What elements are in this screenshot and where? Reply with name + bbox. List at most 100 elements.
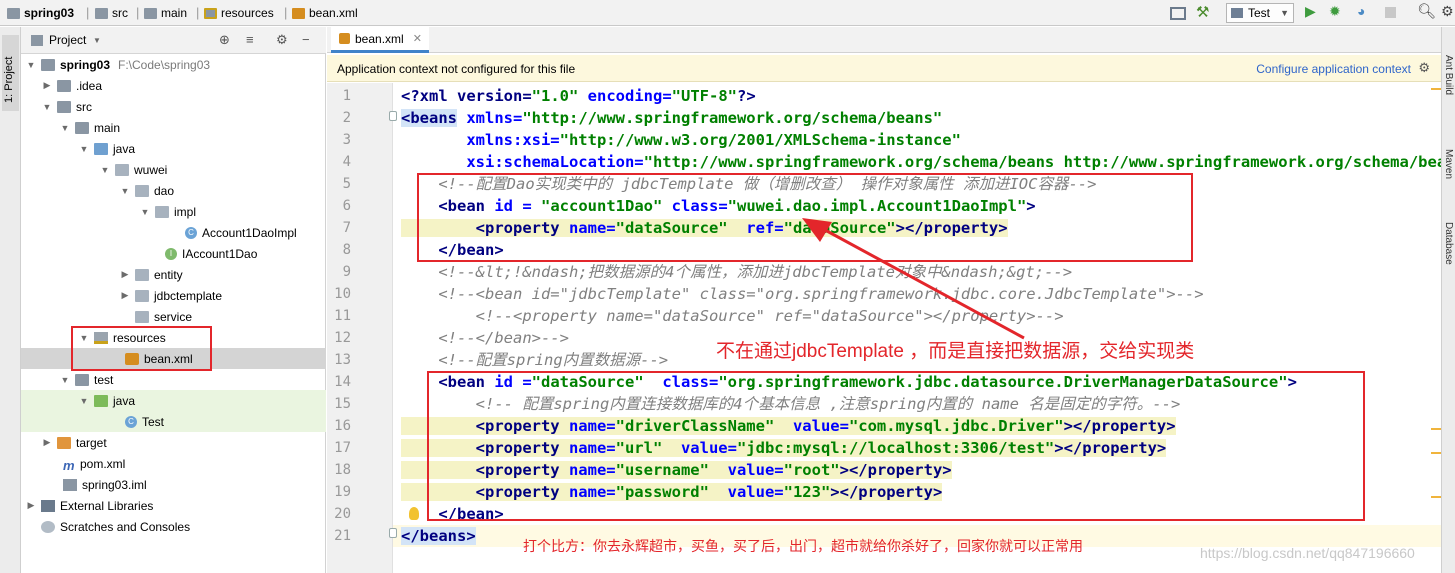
- tree-item-external-libraries[interactable]: ▶ External Libraries: [21, 495, 326, 516]
- close-icon[interactable]: ✕: [413, 32, 422, 45]
- tree-item-label: spring03: [60, 57, 111, 72]
- code-line-21: </beans>: [401, 527, 476, 545]
- code-line-19: <property name="password" value="123"></…: [401, 483, 943, 501]
- tree-item-label: pom.xml: [80, 456, 126, 471]
- line-number: 6: [342, 198, 351, 214]
- chevron-right-icon: ▶: [43, 437, 51, 447]
- tree-item-target[interactable]: ▶ target: [21, 432, 326, 453]
- chevron-down-icon: ▼: [79, 143, 89, 154]
- build-hammer-icon[interactable]: ⚒: [1196, 3, 1212, 21]
- project-folder-icon: [7, 7, 20, 19]
- line-number: 14: [334, 374, 351, 390]
- tree-item-bean-xml[interactable]: bean.xml: [21, 348, 326, 369]
- breadcrumb-src[interactable]: src: [95, 5, 128, 21]
- tree-item-wuwei[interactable]: ▼ wuwei: [21, 159, 326, 180]
- tree-item-label: spring03.iml: [82, 477, 147, 492]
- tree-item-iml[interactable]: spring03.iml: [21, 474, 326, 495]
- settings-gear-icon[interactable]: ⚙: [276, 32, 288, 48]
- folder-icon: [75, 121, 89, 134]
- locate-icon[interactable]: ⊕: [219, 32, 230, 48]
- notification-banner: Application context not configured for t…: [327, 55, 1441, 82]
- tree-item-spring03[interactable]: ▼ spring03 F:\Code\spring03: [21, 54, 326, 75]
- collapse-all-icon[interactable]: ≡: [246, 32, 254, 47]
- tree-item-test-java[interactable]: ▼ java: [21, 390, 326, 411]
- tree-item-jdbctemplate[interactable]: ▶ jdbctemplate: [21, 285, 326, 306]
- tree-item-service[interactable]: service: [21, 306, 326, 327]
- run-icon[interactable]: ▶: [1305, 3, 1321, 19]
- fold-marker-icon[interactable]: [389, 528, 397, 538]
- tree-item-label: main: [94, 120, 121, 135]
- xml-file-icon: [339, 33, 350, 44]
- chevron-down-icon: ▼: [79, 395, 89, 406]
- line-number: 15: [334, 396, 351, 412]
- configure-context-link[interactable]: Configure application context: [1256, 62, 1411, 76]
- hide-panel-icon[interactable]: −: [302, 32, 310, 47]
- tree-item-test-class[interactable]: C Test: [21, 411, 326, 432]
- tree-item-resources[interactable]: ▼ resources: [21, 327, 326, 348]
- more-icon[interactable]: ⚙: [1441, 3, 1455, 19]
- project-view-title[interactable]: Project: [49, 33, 86, 47]
- project-tool-tab[interactable]: 1: Project: [2, 35, 19, 111]
- tree-item-dao[interactable]: ▼ dao: [21, 180, 326, 201]
- code-line-17: <property name="url" value="jdbc:mysql:/…: [401, 439, 1167, 457]
- tree-item-java[interactable]: ▼ java: [21, 138, 326, 159]
- breadcrumb-file[interactable]: bean.xml: [292, 5, 358, 21]
- tree-item-iaccount1dao[interactable]: I IAccount1Dao: [21, 243, 326, 264]
- package-icon: [135, 289, 149, 302]
- chevron-down-icon: ▼: [79, 332, 89, 343]
- debug-icon[interactable]: ✹: [1329, 3, 1345, 19]
- tree-item-account1daoimpl[interactable]: C Account1DaoImpl: [21, 222, 326, 243]
- class-icon: C: [125, 415, 137, 428]
- database-tab[interactable]: Database: [1443, 222, 1454, 265]
- line-number: 5: [342, 176, 351, 192]
- search-icon[interactable]: 🔍︎: [1417, 2, 1436, 20]
- scratch-icon: [41, 520, 55, 533]
- line-number: 16: [334, 418, 351, 434]
- line-number: 12: [334, 330, 351, 346]
- ant-build-tab[interactable]: Ant Build: [1443, 55, 1454, 95]
- library-icon: [41, 499, 55, 512]
- chevron-down-icon[interactable]: ▼: [93, 36, 101, 45]
- chevron-right-icon: ▶: [27, 500, 35, 510]
- breadcrumb-label: bean.xml: [309, 6, 358, 20]
- tree-item-pom-xml[interactable]: m pom.xml: [21, 453, 326, 474]
- maven-tab[interactable]: Maven: [1443, 149, 1454, 179]
- resources-folder-icon: [204, 7, 217, 19]
- breadcrumb-resources[interactable]: resources: [204, 5, 274, 21]
- tree-item-label: src: [76, 99, 92, 114]
- chevron-right-icon: ▶: [121, 290, 129, 300]
- annotation-note-top: 不在通过jdbcTemplate ，而是直接把数据源，交给实现类: [716, 341, 1195, 362]
- tree-item-src[interactable]: ▼ src: [21, 96, 326, 117]
- package-icon: [155, 205, 169, 218]
- stop-icon[interactable]: [1385, 7, 1396, 18]
- gear-icon[interactable]: ⚙: [1418, 60, 1430, 76]
- tree-item-scratches[interactable]: Scratches and Consoles: [21, 516, 326, 537]
- tree-item-idea[interactable]: ▶ .idea: [21, 75, 326, 96]
- tree-item-label: .idea: [76, 78, 103, 93]
- xml-file-icon: [292, 7, 305, 19]
- tree-item-entity[interactable]: ▶ entity: [21, 264, 326, 285]
- error-stripe-mark: [1431, 88, 1441, 90]
- folder-icon: [41, 58, 55, 71]
- project-structure-icon[interactable]: [1170, 7, 1186, 20]
- line-number: 17: [334, 440, 351, 456]
- right-tool-strip: Ant Build Maven Database: [1441, 27, 1455, 573]
- tree-item-label: wuwei: [134, 162, 168, 177]
- intention-bulb-icon[interactable]: [409, 507, 419, 520]
- run-configuration-select[interactable]: Test ▼: [1226, 3, 1294, 23]
- tab-bean-xml[interactable]: bean.xml ✕: [331, 27, 429, 53]
- package-icon: [135, 184, 149, 197]
- coverage-icon[interactable]: ◕: [1357, 3, 1373, 19]
- tree-item-main[interactable]: ▼ main: [21, 117, 326, 138]
- tree-item-label: jdbctemplate: [154, 288, 223, 303]
- line-number: 18: [334, 462, 351, 478]
- tree-item-impl[interactable]: ▼ impl: [21, 201, 326, 222]
- fold-marker-icon[interactable]: [389, 111, 397, 121]
- code-line-4: xsi:schemaLocation="http://www.springfra…: [401, 153, 1441, 171]
- tree-item-test[interactable]: ▼ test: [21, 369, 326, 390]
- code-line-18: <property name="username" value="root"><…: [401, 461, 952, 479]
- breadcrumb-label: resources: [221, 6, 274, 20]
- breadcrumb-project[interactable]: spring03: [7, 5, 74, 21]
- breadcrumb-main[interactable]: main: [144, 5, 187, 21]
- tree-item-label: bean.xml: [144, 351, 193, 366]
